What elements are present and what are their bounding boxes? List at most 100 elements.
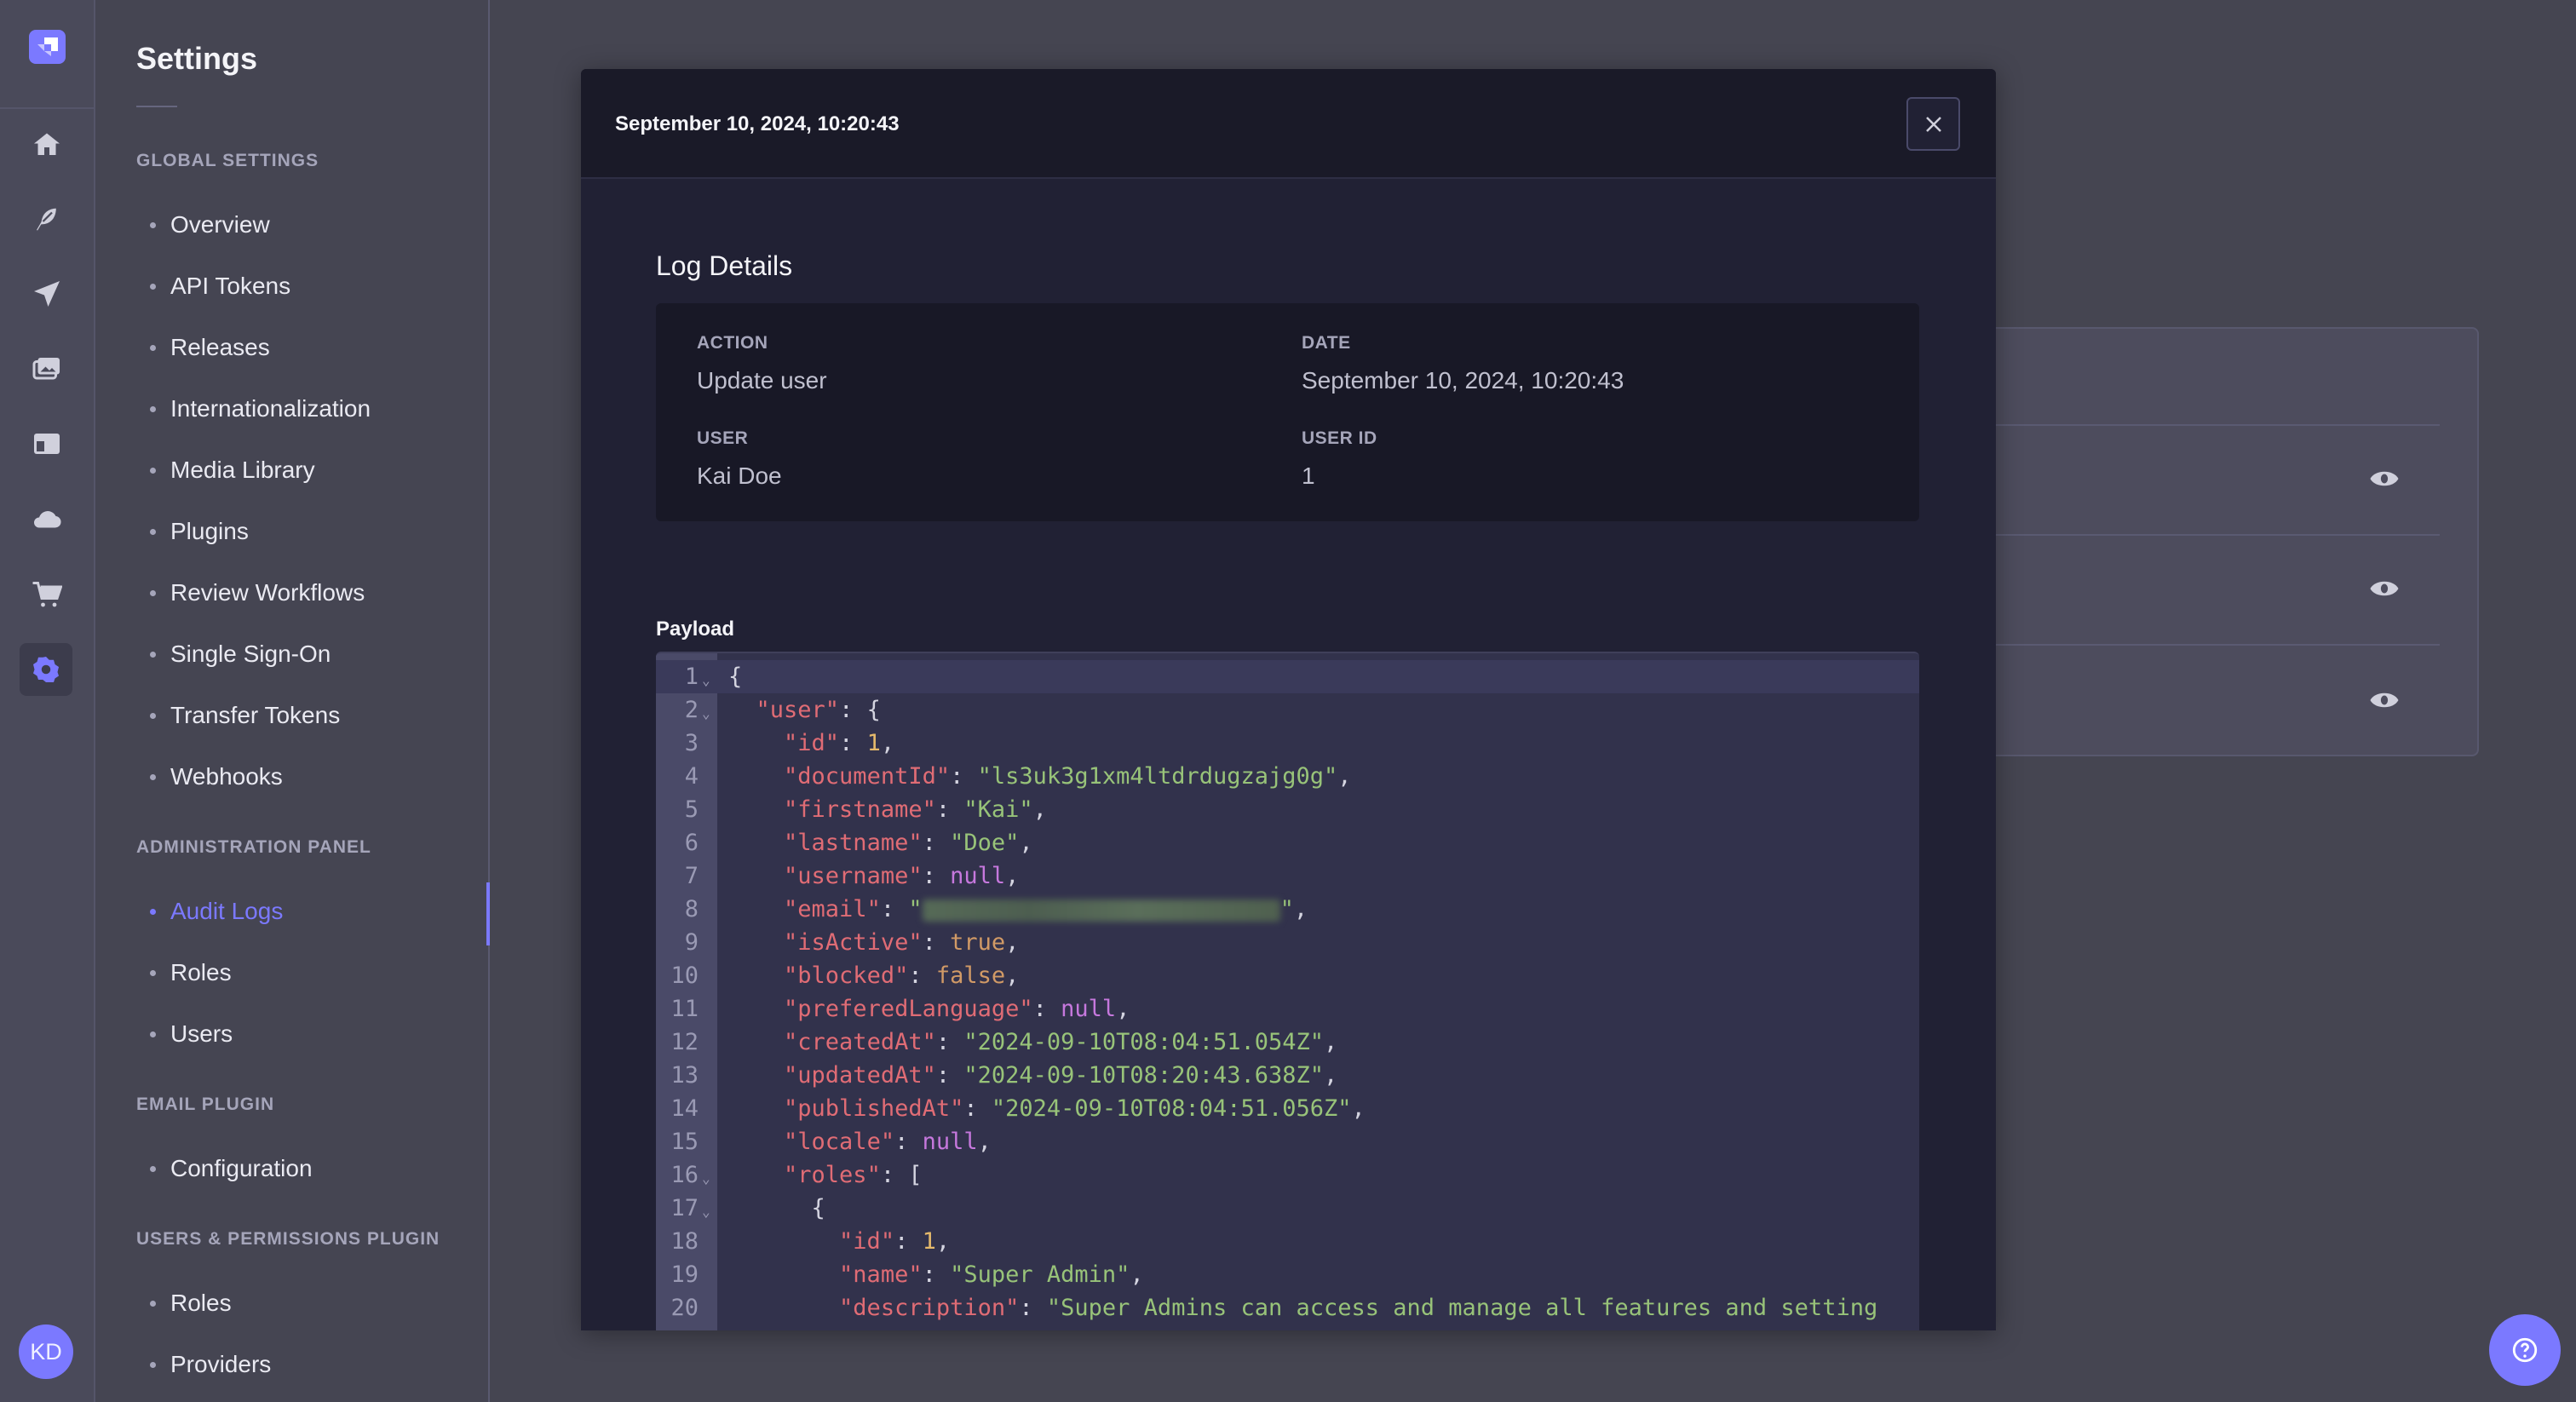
action-value: Update user: [697, 367, 827, 394]
code-token: : [: [880, 1162, 923, 1188]
active-indicator: [486, 882, 490, 945]
cart-icon[interactable]: [26, 573, 68, 616]
fold-chevron-icon[interactable]: ⌄: [702, 1195, 710, 1228]
log-details-box: ACTION Update user DATE September 10, 20…: [656, 303, 1919, 521]
code-text: "blocked": false,: [728, 959, 1019, 992]
code-token: ,: [1324, 1062, 1338, 1089]
action-label: ACTION: [697, 333, 768, 353]
home-icon[interactable]: [26, 124, 68, 166]
code-text: "description": "Super Admins can access …: [728, 1291, 1877, 1324]
sidebar-item-overview[interactable]: Overview: [136, 194, 477, 256]
help-icon: [2512, 1337, 2538, 1363]
code-token: "Doe": [950, 830, 1020, 856]
line-number: 2: [684, 697, 699, 723]
sidebar-item-transfer-tokens[interactable]: Transfer Tokens: [136, 685, 477, 746]
code-text: "id": 1,: [728, 727, 894, 760]
code-token: null: [950, 863, 1006, 889]
modal-title: September 10, 2024, 10:20:43: [615, 112, 900, 135]
code-line: 17 ⌄ {: [656, 1192, 1919, 1225]
code-line: 15 "locale": null,: [656, 1125, 1919, 1158]
user-id-value: 1: [1302, 463, 1315, 489]
code-text: "updatedAt": "2024-09-10T08:20:43.638Z",: [728, 1059, 1337, 1092]
code-line: 6 "lastname": "Doe",: [656, 826, 1919, 859]
sidebar-title: Settings: [136, 41, 258, 76]
line-number: 20: [670, 1295, 699, 1321]
sidebar-item-api-tokens[interactable]: API Tokens: [136, 256, 477, 317]
fold-chevron-icon[interactable]: ⌄: [702, 664, 710, 697]
content-type-builder-icon[interactable]: [26, 422, 68, 465]
code-token: "isActive": [784, 929, 923, 956]
settings-gear-icon[interactable]: [20, 643, 72, 696]
code-text: "locale": null,: [728, 1125, 992, 1158]
sidebar-item-plugins[interactable]: Plugins: [136, 501, 477, 562]
title-divider: [136, 106, 177, 107]
sidebar-item-releases[interactable]: Releases: [136, 317, 477, 378]
code-line: 5 "firstname": "Kai",: [656, 793, 1919, 826]
code-text: "name": "Super Admin",: [728, 1258, 1144, 1291]
sidebar-item-roles[interactable]: Roles: [136, 942, 477, 1003]
sidebar-item-roles[interactable]: Roles: [136, 1273, 477, 1334]
strapi-logo[interactable]: [29, 30, 66, 64]
sidebar-item-webhooks[interactable]: Webhooks: [136, 746, 477, 807]
code-token: true: [950, 929, 1006, 956]
sidebar-section-heading: USERS & PERMISSIONS PLUGIN: [136, 1229, 440, 1249]
redacted-email: [922, 899, 1280, 922]
code-token: ,: [1116, 996, 1130, 1022]
code-text: "isActive": true,: [728, 926, 1019, 959]
close-button[interactable]: [1906, 97, 1960, 151]
user-avatar[interactable]: KD: [19, 1324, 73, 1379]
code-text: "user": {: [728, 693, 881, 727]
code-token: ,: [1337, 763, 1352, 790]
close-icon: [1925, 116, 1941, 132]
settings-menu: GLOBAL SETTINGS Overview API Tokens Release…: [136, 144, 477, 1395]
code-token: "blocked": [784, 962, 909, 989]
code-token: "name": [839, 1261, 923, 1288]
view-eye-icon[interactable]: [2370, 691, 2399, 710]
view-eye-icon[interactable]: [2370, 579, 2399, 598]
sidebar-item-single-sign-on[interactable]: Single Sign-On: [136, 623, 477, 685]
date-label: DATE: [1302, 333, 1351, 353]
code-token: ": [1279, 896, 1294, 922]
code-token: "roles": [784, 1162, 881, 1188]
view-eye-icon[interactable]: [2370, 469, 2399, 488]
code-token: :: [922, 1261, 951, 1288]
code-token: ,: [1324, 1029, 1338, 1055]
line-number: 9: [684, 929, 699, 956]
code-text: "username": null,: [728, 859, 1019, 893]
line-number: 5: [684, 796, 699, 823]
code-lines: 1 ⌄{2 ⌄ "user": {3 "id": 1, 4 "documentId":…: [656, 660, 1919, 1330]
help-button[interactable]: [2489, 1314, 2561, 1386]
sidebar-item-audit-logs[interactable]: Audit Logs: [136, 881, 477, 942]
sidebar-item-internationalization[interactable]: Internationalization: [136, 378, 477, 440]
code-token: "strapi-super-admin": [950, 1328, 1227, 1330]
code-line: 7 "username": null,: [656, 859, 1919, 893]
code-token: null: [922, 1129, 978, 1155]
code-line: 20 "description": "Super Admins can acce…: [656, 1291, 1919, 1324]
sidebar-item-configuration[interactable]: Configuration: [136, 1138, 477, 1199]
sidebar-item-media-library[interactable]: Media Library: [136, 440, 477, 501]
code-token: "id": [839, 1228, 895, 1255]
line-number: 21: [656, 1324, 699, 1330]
feather-icon[interactable]: [26, 198, 68, 240]
fold-chevron-icon[interactable]: ⌄: [702, 1162, 710, 1195]
paper-plane-icon[interactable]: [26, 273, 68, 315]
code-token: ,: [1130, 1261, 1144, 1288]
sidebar-item-providers[interactable]: Providers: [136, 1334, 477, 1395]
code-token: "Super Admins can access and manage all …: [1046, 1295, 1878, 1321]
code-token: :: [950, 763, 978, 790]
code-text: {: [728, 1192, 825, 1225]
payload-code-editor[interactable]: 1 ⌄{2 ⌄ "user": {3 "id": 1, 4 "documentId":…: [656, 652, 1919, 1330]
code-line: 2 ⌄ "user": {: [656, 693, 1919, 727]
log-details-heading: Log Details: [656, 250, 793, 281]
code-token: :: [1032, 996, 1061, 1022]
code-line: 14 "publishedAt": "2024-09-10T08:04:51.0…: [656, 1092, 1919, 1125]
cloud-icon[interactable]: [26, 497, 68, 540]
code-text: "roles": [: [728, 1158, 923, 1192]
sidebar-item-review-workflows[interactable]: Review Workflows: [136, 562, 477, 623]
fold-chevron-icon[interactable]: ⌄: [702, 697, 710, 730]
code-token: :: [935, 1029, 964, 1055]
code-token: "username": [784, 863, 923, 889]
code-token: "lastname": [784, 830, 923, 856]
sidebar-item-users[interactable]: Users: [136, 1003, 477, 1065]
media-library-icon[interactable]: [26, 347, 68, 389]
